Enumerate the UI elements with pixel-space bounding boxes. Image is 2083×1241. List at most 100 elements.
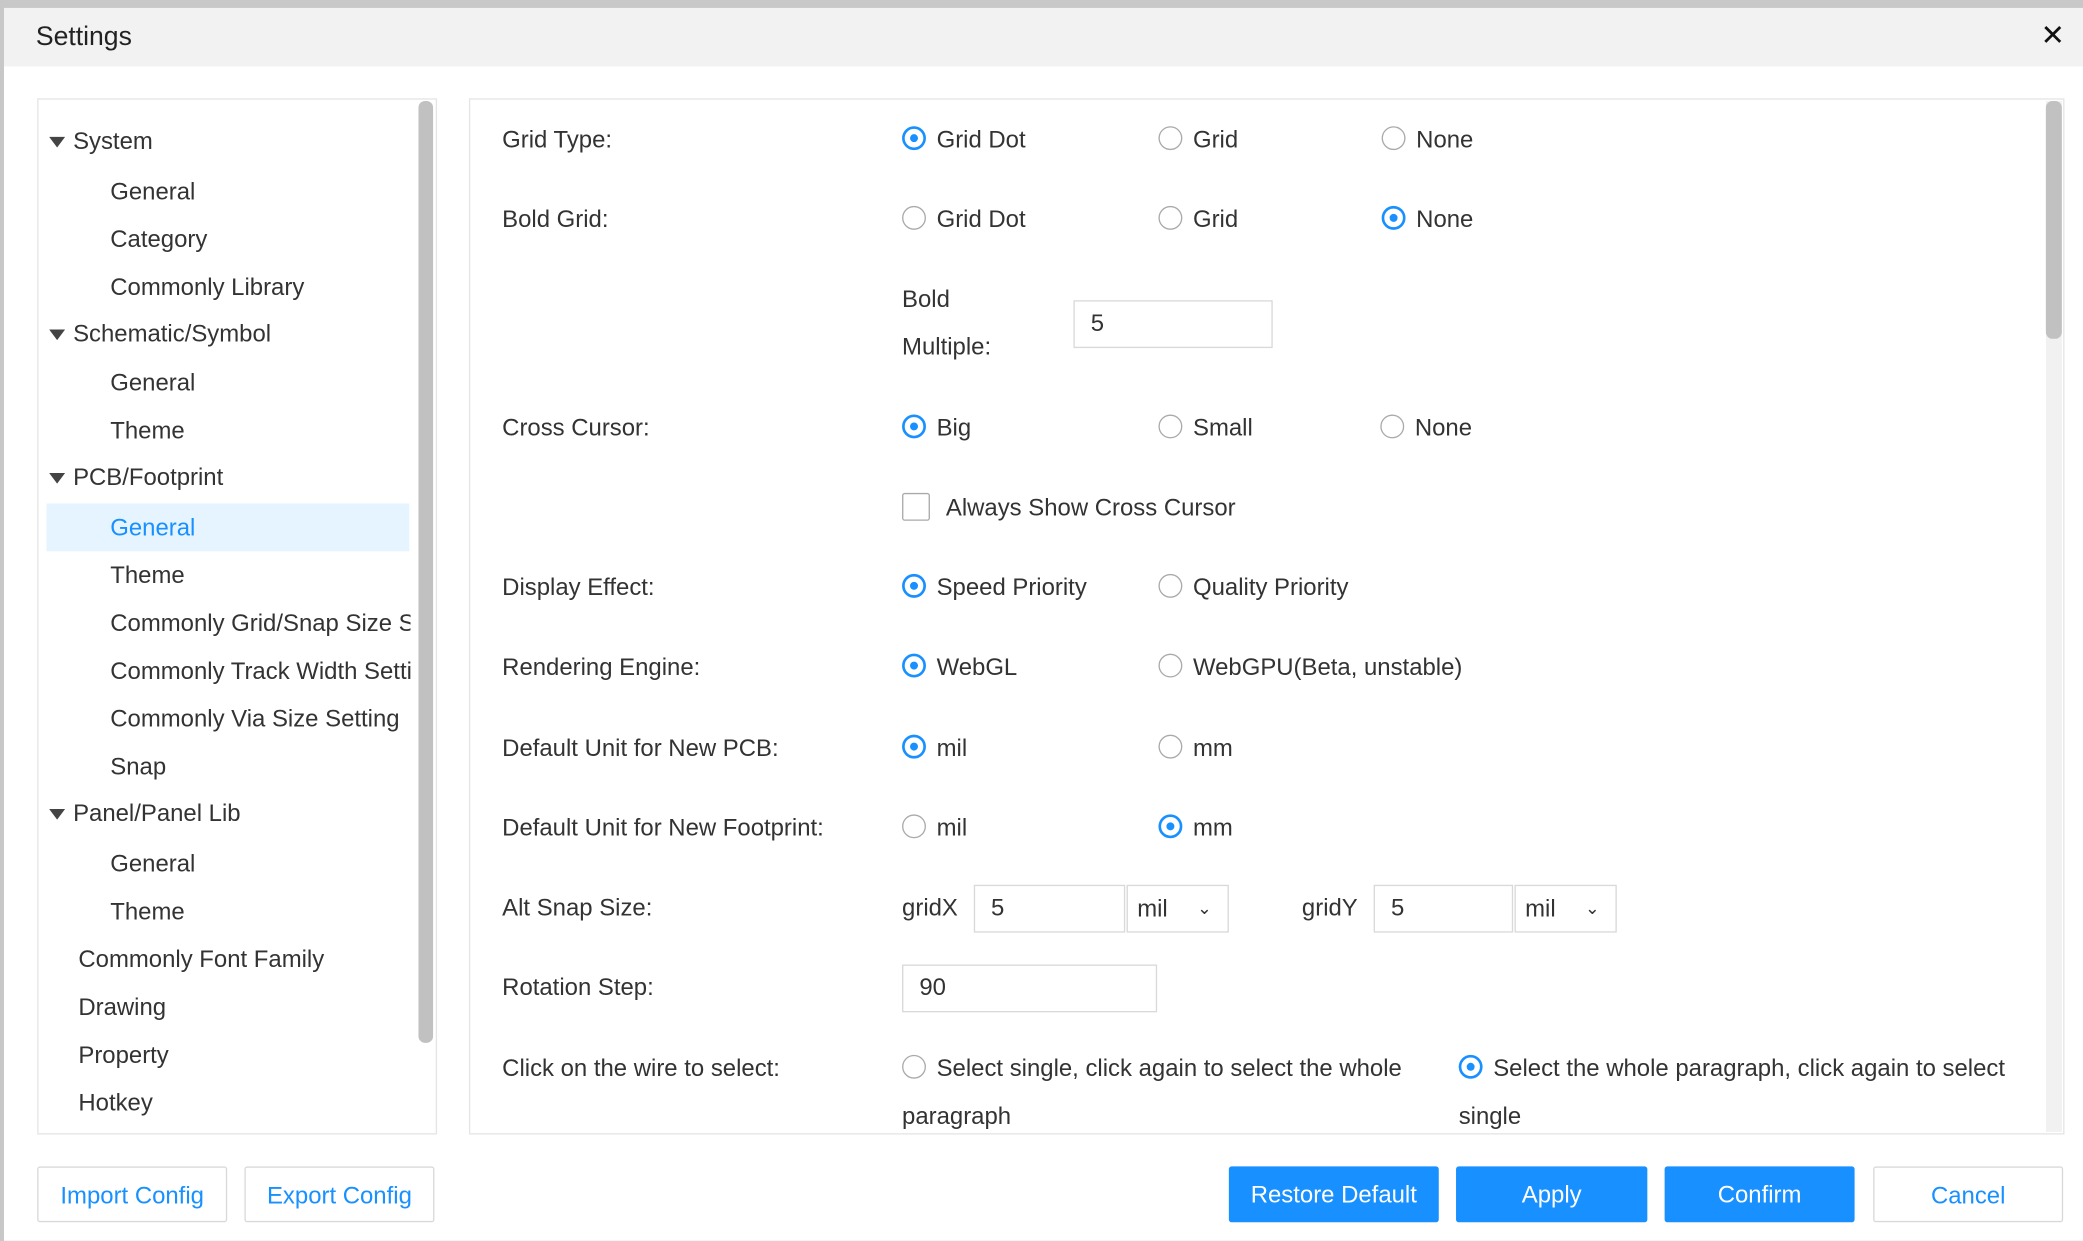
unit-footprint-mil[interactable]: mil [902, 814, 967, 842]
rendering-engine-webgpu[interactable]: WebGPU(Beta, unstable) [1158, 654, 1462, 682]
radio-label: WebGPU(Beta, unstable) [1192, 653, 1463, 681]
tree-item-label: Theme [110, 561, 185, 589]
tree-item-label: Snap [110, 753, 167, 780]
tree-item[interactable]: Category [110, 226, 410, 254]
cross-cursor-small[interactable]: Small [1158, 414, 1253, 442]
tree-item[interactable]: System [49, 128, 421, 156]
radio-label: mil [936, 734, 968, 762]
caret-down-icon[interactable] [49, 137, 66, 148]
radio-label: Grid Dot [936, 205, 1026, 233]
display-effect-quality[interactable]: Quality Priority [1158, 574, 1348, 602]
tree-item-label: Property [78, 1041, 169, 1069]
tree-item-label: Drawing [78, 993, 167, 1021]
radio-label: Grid [1192, 126, 1239, 153]
radio-label: Small [1192, 414, 1253, 442]
tree-item[interactable]: General [110, 850, 410, 878]
caret-down-icon[interactable] [49, 329, 66, 341]
radio-label: Big [936, 414, 972, 442]
tree-item[interactable]: Drawing [78, 994, 410, 1022]
tree-item[interactable]: General [110, 514, 410, 542]
tree-item[interactable]: Commonly Font Family [78, 946, 410, 974]
cross-cursor-label: Cross Cursor: [502, 414, 650, 442]
apply-button[interactable]: Apply [1456, 1166, 1648, 1223]
tree-item[interactable]: Commonly Library [110, 274, 410, 302]
tree-item[interactable]: Schematic/Symbol [49, 320, 421, 348]
close-icon[interactable]: ✕ [2041, 19, 2065, 54]
tree-item-label: Commonly Track Width Setti [110, 657, 411, 685]
unit-pcb-mil[interactable]: mil [902, 735, 967, 763]
tree-item[interactable]: Panel/Panel Lib [49, 800, 421, 828]
rotation-step-input[interactable]: 90 [902, 964, 1158, 1013]
chevron-down-icon: ⌄ [1197, 898, 1212, 918]
tree-item[interactable]: PCB/Footprint [49, 464, 421, 492]
tree-item[interactable]: Theme [110, 417, 410, 445]
radio-label: Speed Priority [936, 573, 1087, 601]
import-config-button[interactable]: Import Config [37, 1166, 228, 1223]
display-effect-speed[interactable]: Speed Priority [902, 574, 1087, 602]
bold-grid-grid-dot[interactable]: Grid Dot [902, 206, 1026, 234]
gridy-input[interactable]: 5 [1373, 884, 1514, 933]
tree-item-label: PCB/Footprint [73, 463, 224, 491]
grid-type-grid[interactable]: Grid [1158, 126, 1238, 154]
dialog-header [3, 7, 2083, 67]
gridx-unit-select[interactable]: mil ⌄ [1126, 884, 1229, 933]
tree-item[interactable]: Property [78, 1042, 410, 1070]
unit-pcb-mm[interactable]: mm [1158, 734, 1233, 763]
tree-item[interactable]: Hotkey [78, 1089, 410, 1117]
grid-type-none[interactable]: None [1381, 126, 1473, 154]
bold-multiple-input[interactable]: 5 [1073, 300, 1273, 349]
export-config-button[interactable]: Export Config [244, 1166, 435, 1223]
unit-pcb-label: Default Unit for New PCB: [502, 734, 779, 762]
tree-item-label: Commonly Grid/Snap Size S [110, 609, 411, 637]
radio-label: Grid [1192, 205, 1239, 233]
gridx-unit-value: mil [1137, 895, 1168, 922]
cross-cursor-big[interactable]: Big [902, 414, 971, 442]
radio-label: mm [1192, 734, 1233, 762]
wire-select-single-cont: paragraph [902, 1102, 1012, 1130]
tree-item[interactable]: Snap [110, 753, 410, 781]
tree-item-label: Theme [110, 898, 185, 925]
gridy-unit-select[interactable]: mil ⌄ [1514, 884, 1617, 933]
tree-item-label: Schematic/Symbol [73, 320, 272, 347]
bold-grid-grid[interactable]: Grid [1158, 206, 1238, 234]
settings-panel [468, 98, 2065, 1135]
gridy-label: gridY [1301, 894, 1358, 921]
always-show-cross-cursor-checkbox[interactable]: Always Show Cross Cursor [902, 492, 1236, 523]
cross-cursor-none[interactable]: None [1380, 414, 1472, 442]
radio-label: Quality Priority [1192, 573, 1349, 601]
unit-footprint-label: Default Unit for New Footprint: [502, 814, 824, 841]
unit-footprint-mm[interactable]: mm [1158, 814, 1233, 842]
radio-label: Select single, click again to select the… [936, 1054, 1402, 1082]
tree-item-label: Panel/Panel Lib [73, 799, 241, 827]
rendering-engine-label: Rendering Engine: [502, 653, 701, 681]
rendering-engine-webgl[interactable]: WebGL [902, 654, 1017, 682]
display-effect-label: Display Effect: [502, 573, 655, 601]
restore-default-button[interactable]: Restore Default [1228, 1166, 1439, 1223]
caret-down-icon[interactable] [49, 809, 66, 821]
tree-item[interactable]: Commonly Via Size Setting [110, 705, 410, 733]
tree-item-label: Commonly Font Family [78, 945, 325, 973]
wire-select-paragraph[interactable]: Select the whole paragraph, click again … [1458, 1055, 2005, 1083]
tree-item-label: General [110, 514, 196, 541]
radio-label: None [1414, 414, 1473, 442]
caret-down-icon[interactable] [49, 473, 66, 484]
gridx-input[interactable]: 5 [973, 884, 1126, 933]
radio-label: mm [1192, 814, 1233, 841]
panel-scrollbar[interactable] [2045, 100, 2062, 339]
wire-select-paragraph-cont: single [1458, 1102, 1522, 1130]
tree-item[interactable]: Commonly Track Width Setti [110, 658, 410, 686]
tree-item[interactable]: Commonly Grid/Snap Size S [110, 610, 410, 638]
tree-item[interactable]: General [110, 178, 410, 206]
radio-label: Grid Dot [936, 126, 1026, 153]
tree-item[interactable]: General [110, 369, 410, 397]
tree-item[interactable]: Theme [110, 898, 410, 926]
wire-select-single[interactable]: Select single, click again to select the… [902, 1055, 1402, 1083]
grid-type-grid-dot[interactable]: Grid Dot [902, 126, 1026, 154]
bold-multiple-label: Bold [902, 285, 950, 313]
tree-item[interactable]: Theme [110, 562, 410, 590]
cancel-button[interactable]: Cancel [1873, 1166, 2064, 1223]
tree-scrollbar[interactable] [418, 100, 434, 1043]
tree-item-label: Commonly Library [110, 273, 305, 301]
bold-grid-none[interactable]: None [1381, 206, 1473, 234]
confirm-button[interactable]: Confirm [1664, 1166, 1855, 1223]
